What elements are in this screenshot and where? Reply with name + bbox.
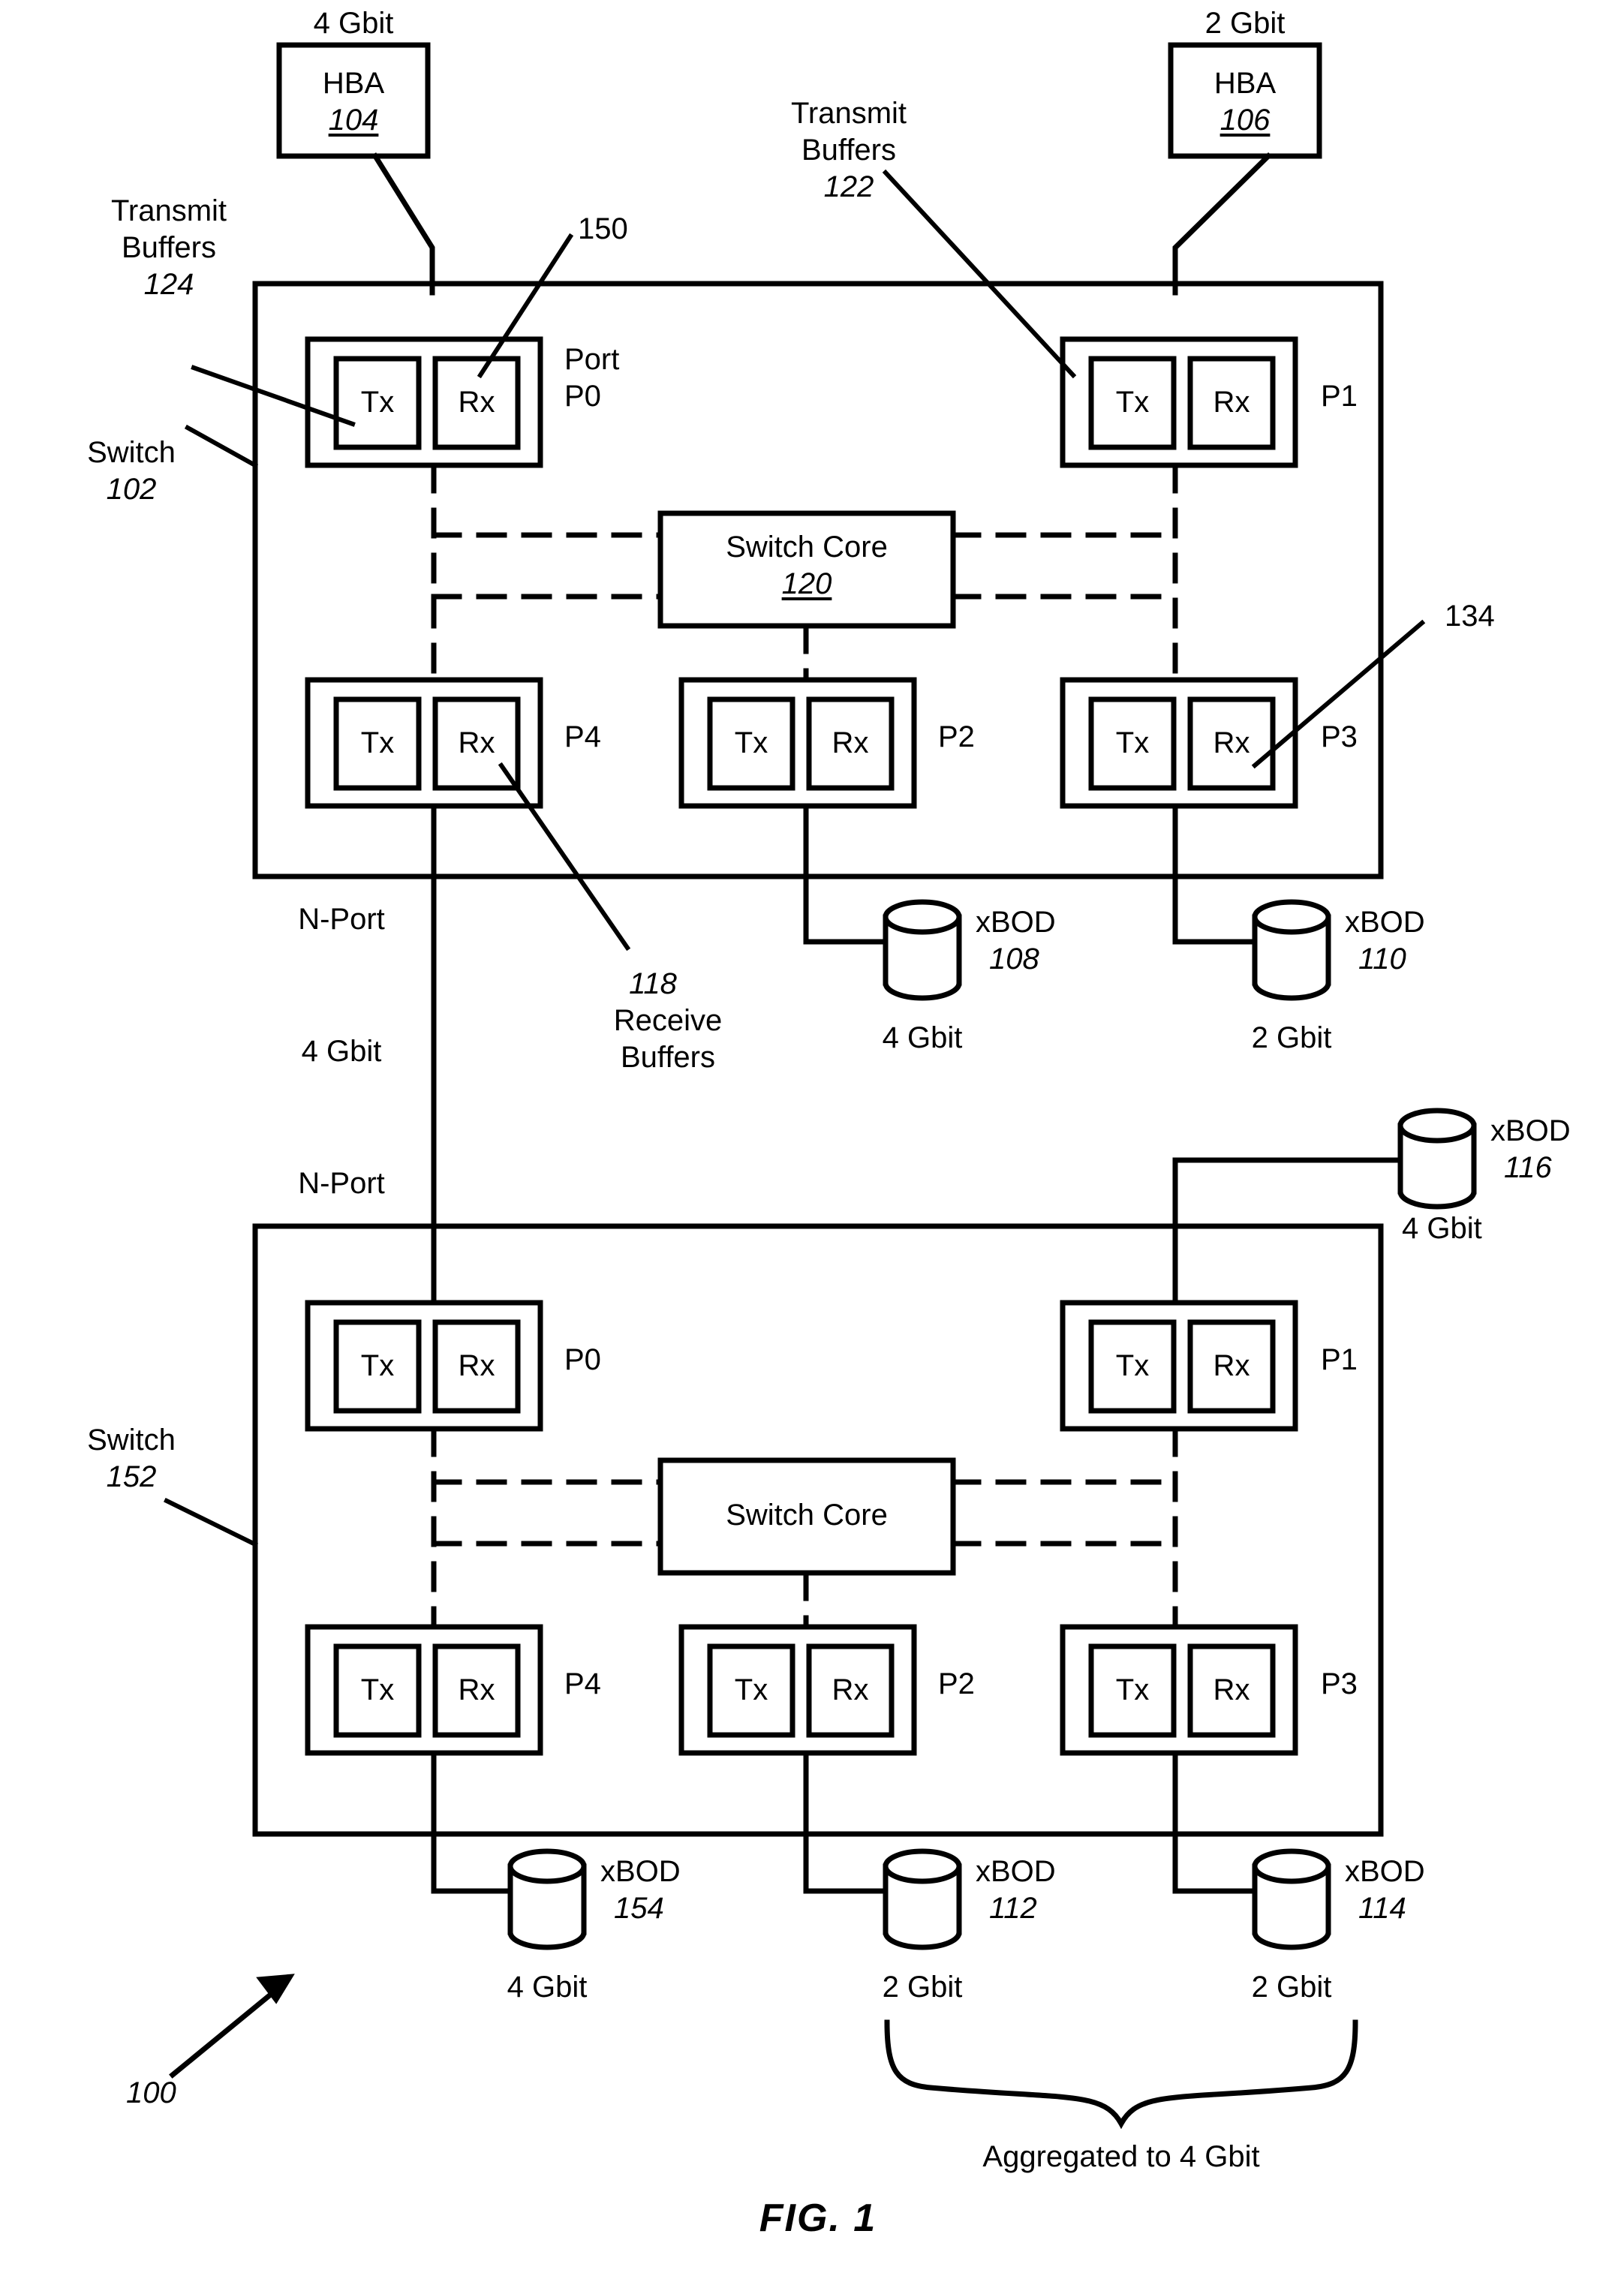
- port-p3-tx-label-lower: Tx: [1115, 1673, 1150, 1706]
- port-p2-rx-label: Rx: [832, 726, 869, 759]
- switch-core-120-ref: 120: [781, 567, 832, 600]
- receive-buffers-118-line2: Buffers: [621, 1041, 715, 1074]
- switch-152-name: Switch: [87, 1424, 176, 1457]
- xbod-114-cylinder: [1252, 1848, 1331, 1950]
- port-label-line1: Port: [564, 343, 620, 376]
- xbod-114-speed: 2 Gbit: [1251, 1971, 1332, 2004]
- port-p0-rx-label-lower: Rx: [458, 1349, 495, 1382]
- xbod-108-name: xBOD: [976, 906, 1056, 939]
- hba-106-ref: 106: [1220, 104, 1271, 137]
- xbod-112-name: xBOD: [976, 1855, 1056, 1888]
- port-p3-rx-label-lower: Rx: [1213, 1673, 1250, 1706]
- xbod-108-cylinder: [883, 899, 962, 1001]
- xbod-154-cylinder: [507, 1848, 587, 1950]
- port-p4-tx-label: Tx: [360, 726, 395, 759]
- xbod-114-name: xBOD: [1345, 1855, 1425, 1888]
- port-p1-rx-label: Rx: [1213, 386, 1250, 419]
- port-p2-id-lower: P2: [938, 1667, 975, 1700]
- aggregated-label: Aggregated to 4 Gbit: [982, 2140, 1260, 2173]
- port-p4-id-lower: P4: [564, 1667, 601, 1700]
- port-p4-rx-label: Rx: [458, 726, 495, 759]
- port-p3-id-lower: P3: [1321, 1667, 1358, 1700]
- receive-buffers-118-line1: Receive: [613, 1004, 723, 1037]
- port-p2-id-upper: P2: [938, 720, 975, 753]
- xbod-112-speed: 2 Gbit: [882, 1971, 963, 2004]
- aggregation-brace: [884, 2019, 1358, 2130]
- diagram-linework: [0, 0, 1624, 2285]
- xbod-108-ref: 108: [989, 943, 1039, 976]
- port-p0-rx-label: Rx: [458, 386, 495, 419]
- xbod-116-ref: 116: [1504, 1151, 1552, 1184]
- xbod-108-speed: 4 Gbit: [882, 1021, 963, 1054]
- port-p3-tx-label: Tx: [1115, 726, 1150, 759]
- switch-102-ref: 102: [106, 473, 157, 506]
- port-p0-id-lower: P0: [564, 1343, 601, 1376]
- switch-152-ref: 152: [106, 1460, 157, 1493]
- port-p2-tx-label: Tx: [734, 726, 768, 759]
- xbod-114-ref: 114: [1358, 1892, 1406, 1925]
- xbod-110-ref: 110: [1358, 943, 1406, 976]
- xbod-116-cylinder: [1397, 1108, 1477, 1210]
- figure-caption: FIG. 1: [759, 2196, 877, 2240]
- patent-figure-1: 4 Gbit HBA 104 2 Gbit HBA 106 Transmit B…: [0, 0, 1624, 2285]
- port-p2-tx-label-lower: Tx: [734, 1673, 768, 1706]
- xbod-154-speed: 4 Gbit: [507, 1971, 588, 2004]
- xbod-110-speed: 2 Gbit: [1251, 1021, 1332, 1054]
- transmit-buffers-122-ref: 122: [823, 170, 874, 203]
- port-p0-tx-label-lower: Tx: [360, 1349, 395, 1382]
- port-134-ref: 134: [1445, 600, 1495, 633]
- receive-buffers-118-ref: 118: [629, 967, 677, 1000]
- port-p3-rx-label: Rx: [1213, 726, 1250, 759]
- xbod-110-name: xBOD: [1345, 906, 1425, 939]
- hba-104-speed: 4 Gbit: [313, 7, 394, 40]
- port-p4-rx-label-lower: Rx: [458, 1673, 495, 1706]
- port-p4-id-upper: P4: [564, 720, 601, 753]
- system-100-ref: 100: [126, 2076, 176, 2109]
- hba-104-ref: 104: [328, 104, 379, 137]
- xbod-116-name: xBOD: [1490, 1114, 1571, 1147]
- port-p2-rx-label-lower: Rx: [832, 1673, 869, 1706]
- n-port-label-upper: N-Port: [298, 903, 385, 936]
- switch-core-lower-label: Switch Core: [726, 1499, 888, 1532]
- port-p1-id-upper: P1: [1321, 380, 1358, 413]
- switch-102-name: Switch: [87, 436, 176, 469]
- port-p1-tx-label-lower: Tx: [1115, 1349, 1150, 1382]
- transmit-buffers-124-ref: 124: [143, 268, 194, 301]
- transmit-buffers-124-line1: Transmit: [110, 194, 227, 227]
- xbod-110-cylinder: [1252, 899, 1331, 1001]
- n-port-label-lower: N-Port: [298, 1167, 385, 1200]
- xbod-116-speed: 4 Gbit: [1402, 1212, 1482, 1245]
- hba-106-speed: 2 Gbit: [1204, 7, 1286, 40]
- port-p1-tx-label: Tx: [1115, 386, 1150, 419]
- switch-core-120-label: Switch Core: [726, 531, 888, 564]
- transmit-buffers-122-line1: Transmit: [790, 97, 907, 130]
- sidebar-port-p0-upper: P0: [564, 380, 601, 413]
- transmit-buffers-124-line2: Buffers: [122, 231, 216, 264]
- port-150-ref: 150: [578, 212, 628, 245]
- hba-104-name: HBA: [322, 67, 385, 100]
- port-p3-id-upper: P3: [1321, 720, 1358, 753]
- trunk-speed-label: 4 Gbit: [301, 1035, 382, 1068]
- port-p4-tx-label-lower: Tx: [360, 1673, 395, 1706]
- xbod-112-cylinder: [883, 1848, 962, 1950]
- xbod-112-ref: 112: [989, 1892, 1037, 1925]
- port-p0-tx-label: Tx: [360, 386, 395, 419]
- xbod-154-name: xBOD: [600, 1855, 681, 1888]
- xbod-154-ref: 154: [614, 1892, 664, 1925]
- hba-106-name: HBA: [1213, 67, 1277, 100]
- transmit-buffers-122-line2: Buffers: [801, 134, 896, 167]
- port-p1-rx-label-lower: Rx: [1213, 1349, 1250, 1382]
- port-p1-id-lower: P1: [1321, 1343, 1358, 1376]
